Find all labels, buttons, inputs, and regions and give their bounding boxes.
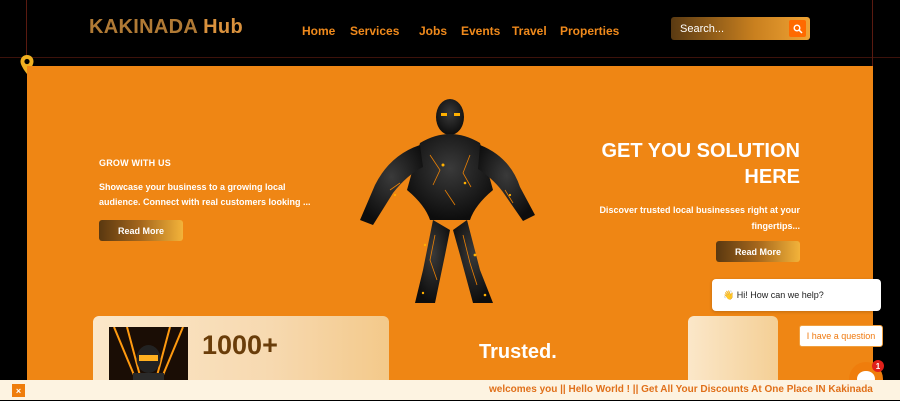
read-more-button-left[interactable]: Read More [99,220,183,241]
hero-right-title: GET YOU SOLUTION HERE [560,138,800,190]
search-input[interactable] [678,20,782,38]
chat-unread-badge: 1 [872,360,884,372]
search-icon [793,24,803,34]
stat-thumbnail-image [109,327,188,387]
brand-name-part2: Hub [197,16,243,38]
divider-line-right [872,0,873,66]
stat-number: 1000+ [202,330,278,360]
nav-home[interactable]: Home [302,24,350,38]
search-button[interactable] [789,20,806,37]
nav-events[interactable]: Events [461,24,512,38]
brand-name-part1: KAKINADA [89,16,198,38]
search-box [671,17,810,40]
nav-properties[interactable]: Properties [560,24,619,38]
hero-lead-text: Showcase your business to a growing loca… [99,182,311,207]
site-logo[interactable]: KAKINADA Hub [89,16,243,39]
hero-right-description: Discover trusted local businesses right … [599,205,800,231]
ticker-close-button[interactable]: × [12,384,25,397]
chat-greeting-bubble: 👋 Hi! How can we help? [712,279,881,311]
chat-question-button[interactable]: I have a question [799,325,883,347]
hero-eyebrow: GROW WITH US [99,158,171,168]
nav-travel[interactable]: Travel [512,24,560,38]
ticker-text: welcomes you || Hello World ! || Get All… [489,384,873,395]
hero-right-title-line1: GET YOU SOLUTION [601,140,800,162]
read-more-button-right[interactable]: Read More [716,241,800,262]
trusted-heading: Trusted. [479,341,557,363]
main-nav: Home Services Jobs Events Travel Propert… [302,24,619,38]
robot-figure-image [360,99,535,303]
nav-jobs[interactable]: Jobs [419,24,461,38]
divider-line [0,57,900,58]
chat-greeting-text: 👋 Hi! How can we help? [723,290,824,300]
hero-left: GROW WITH US [99,158,329,168]
hero-right-title-line2: HERE [744,166,800,188]
nav-services[interactable]: Services [350,24,419,38]
